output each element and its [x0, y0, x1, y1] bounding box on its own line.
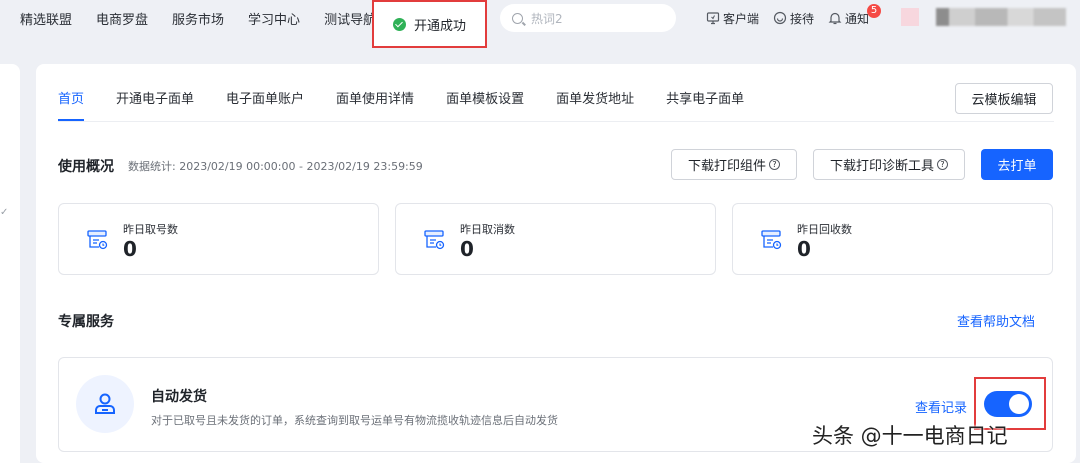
bell-icon — [828, 12, 842, 25]
usage-stat-range: 数据统计: 2023/02/19 00:00:00 - 2023/02/19 2… — [128, 160, 423, 173]
watermark: 头条 @十一电商日记 — [812, 424, 1008, 448]
main-card: 首页 开通电子面单 电子面单账户 面单使用详情 面单模板设置 面单发货地址 共享… — [36, 64, 1076, 463]
help-icon: ? — [937, 159, 948, 170]
download-print-component-label: 下载打印组件 — [687, 159, 766, 174]
download-print-component-button[interactable]: 下载打印组件 ? — [671, 149, 797, 180]
tabs-divider — [58, 121, 1054, 122]
stat-label: 昨日取消数 — [460, 223, 515, 236]
notification-label: 通知 — [845, 11, 870, 26]
chevron-icon[interactable]: ✓ — [0, 207, 8, 218]
success-toast: 开通成功 — [372, 0, 487, 48]
nav-right: 客户端 接待 通知 5 — [706, 0, 883, 36]
shop-avatar[interactable] — [901, 8, 919, 26]
tab-shipping-address[interactable]: 面单发货地址 — [556, 88, 634, 121]
check-circle-icon — [392, 17, 406, 31]
stat-label: 昨日取号数 — [123, 223, 178, 236]
service-avatar — [76, 375, 134, 433]
headset-icon — [773, 11, 787, 25]
nav-item-jingxuan[interactable]: 精选联盟 — [20, 9, 72, 28]
usage-title: 使用概况 — [58, 159, 114, 175]
service-description: 对于已取号且未发货的订单，系统查询到取号运单号有物流揽收轨迹信息后自动发货 — [151, 414, 558, 427]
tab-bar: 首页 开通电子面单 电子面单账户 面单使用详情 面单模板设置 面单发货地址 共享… — [58, 88, 776, 121]
reception-label: 接待 — [790, 11, 815, 26]
go-print-button[interactable]: 去打单 — [981, 149, 1053, 180]
reception-link[interactable]: 接待 — [773, 10, 814, 27]
search-icon — [512, 12, 523, 24]
tab-template-settings[interactable]: 面单模板设置 — [446, 88, 524, 121]
customer-client-label: 客户端 — [723, 11, 760, 26]
top-nav-links: 精选联盟 电商罗盘 服务市场 学习中心 测试导航 — [0, 9, 400, 28]
notification-link[interactable]: 通知 5 — [828, 3, 882, 27]
monitor-icon — [706, 12, 720, 25]
help-docs-link[interactable]: 查看帮助文档 — [957, 311, 1035, 330]
service-name: 自动发货 — [151, 389, 207, 405]
tab-open-waybill[interactable]: 开通电子面单 — [116, 88, 194, 121]
blurred-account-name[interactable] — [936, 8, 1066, 26]
printer-icon — [87, 230, 108, 250]
toast-text: 开通成功 — [413, 18, 466, 34]
tab-home[interactable]: 首页 — [58, 88, 85, 121]
left-sidebar-panel: ✓ — [0, 64, 20, 463]
cloud-template-edit-button[interactable]: 云模板编辑 — [955, 83, 1053, 114]
nav-item-service-market[interactable]: 服务市场 — [172, 9, 224, 28]
nav-item-test-nav[interactable]: 测试导航 — [324, 9, 376, 28]
stat-value: 0 — [123, 237, 137, 261]
search-placeholder: 热词2 — [531, 11, 563, 26]
nav-item-luopan[interactable]: 电商罗盘 — [96, 9, 148, 28]
user-service-icon — [95, 393, 115, 414]
printer-icon — [761, 230, 782, 250]
printer-icon — [424, 230, 445, 250]
stat-card-recycled: 昨日回收数 0 — [732, 203, 1053, 275]
view-record-link[interactable]: 查看记录 — [915, 397, 967, 416]
tab-shared-waybill[interactable]: 共享电子面单 — [666, 88, 744, 121]
exclusive-service-title: 专属服务 — [58, 314, 114, 330]
nav-item-learning[interactable]: 学习中心 — [248, 9, 300, 28]
toggle-knob — [1009, 394, 1029, 414]
help-icon: ? — [769, 159, 780, 170]
customer-client-link[interactable]: 客户端 — [706, 10, 759, 27]
search-input[interactable]: 热词2 — [500, 4, 676, 32]
stat-card-cancelled: 昨日取消数 0 — [395, 203, 716, 275]
stat-label: 昨日回收数 — [797, 223, 852, 236]
download-diag-tool-label: 下载打印诊断工具 — [829, 159, 934, 174]
stat-value: 0 — [797, 237, 811, 261]
tab-waybill-account[interactable]: 电子面单账户 — [226, 88, 304, 121]
notification-badge: 5 — [867, 3, 882, 18]
tab-usage-detail[interactable]: 面单使用详情 — [336, 88, 414, 121]
auto-ship-toggle[interactable] — [984, 391, 1032, 417]
download-diag-tool-button[interactable]: 下载打印诊断工具 ? — [813, 149, 965, 180]
stat-value: 0 — [460, 237, 474, 261]
stat-card-taken: 昨日取号数 0 — [58, 203, 379, 275]
